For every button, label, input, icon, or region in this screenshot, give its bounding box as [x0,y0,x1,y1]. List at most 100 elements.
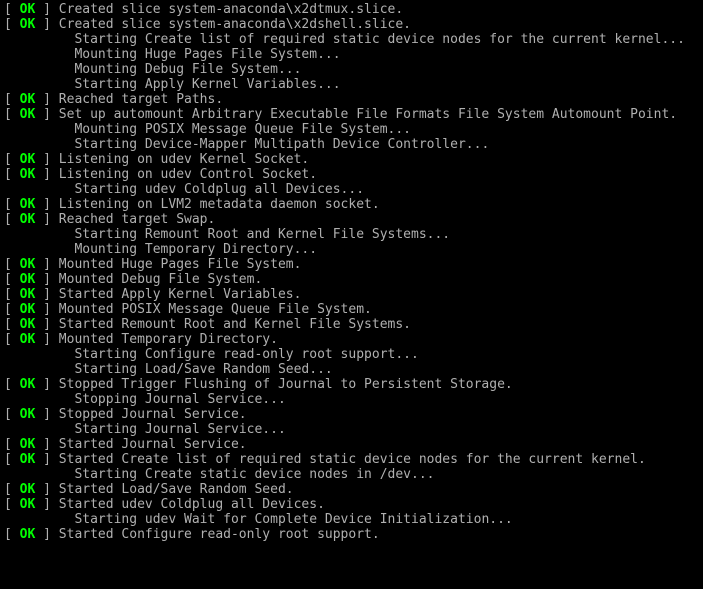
boot-log-message: Starting Remount Root and Kernel File Sy… [74,227,450,242]
boot-log-message: Starting Create list of required static … [74,32,684,47]
boot-log-line: [ OK ] Listening on udev Kernel Socket. [4,152,699,167]
indent-spacer [4,347,74,362]
indent-spacer [4,122,74,137]
status-bracket-close: ] [35,17,58,32]
boot-log-line: [ OK ] Listening on udev Control Socket. [4,167,699,182]
status-bracket-close: ] [35,107,58,122]
boot-log-line: [ OK ] Started Remount Root and Kernel F… [4,317,699,332]
indent-spacer [4,467,74,482]
boot-log-line: [ OK ] Mounted Temporary Directory. [4,332,699,347]
status-bracket-close: ] [35,167,58,182]
boot-log-line: Starting Create list of required static … [4,32,699,47]
boot-log-message: Started Remount Root and Kernel File Sys… [59,317,411,332]
status-bracket-close: ] [35,452,58,467]
boot-log-message: Starting udev Coldplug all Devices... [74,182,364,197]
boot-log-message: Started Configure read-only root support… [59,527,380,542]
boot-log-line: Starting Apply Kernel Variables... [4,77,699,92]
status-ok: OK [20,212,36,227]
status-bracket-open: [ [4,17,20,32]
boot-log-terminal: [ OK ] Created slice system-anaconda\x2d… [4,2,699,542]
status-bracket-open: [ [4,482,20,497]
indent-spacer [4,242,74,257]
status-ok: OK [20,287,36,302]
boot-log-message: Mounted Huge Pages File System. [59,257,302,272]
boot-log-line: Starting Create static device nodes in /… [4,467,699,482]
indent-spacer [4,77,74,92]
status-ok: OK [20,107,36,122]
boot-log-message: Mounted Debug File System. [59,272,263,287]
indent-spacer [4,182,74,197]
boot-log-message: Starting Configure read-only root suppor… [74,347,418,362]
status-bracket-open: [ [4,527,20,542]
status-ok: OK [20,377,36,392]
status-ok: OK [20,92,36,107]
status-bracket-open: [ [4,167,20,182]
status-bracket-open: [ [4,452,20,467]
indent-spacer [4,62,74,77]
status-bracket-close: ] [35,332,58,347]
boot-log-line: Starting Journal Service... [4,422,699,437]
boot-log-message: Stopped Journal Service. [59,407,247,422]
status-ok: OK [20,152,36,167]
boot-log-line: [ OK ] Created slice system-anaconda\x2d… [4,2,699,17]
status-bracket-open: [ [4,377,20,392]
boot-log-line: [ OK ] Mounted Huge Pages File System. [4,257,699,272]
boot-log-message: Mounting Debug File System... [74,62,301,77]
boot-log-message: Reached target Paths. [59,92,223,107]
boot-log-line: [ OK ] Created slice system-anaconda\x2d… [4,17,699,32]
status-bracket-open: [ [4,107,20,122]
status-bracket-close: ] [35,197,58,212]
status-ok: OK [20,2,36,17]
indent-spacer [4,227,74,242]
status-bracket-close: ] [35,527,58,542]
indent-spacer [4,422,74,437]
status-bracket-close: ] [35,317,58,332]
status-bracket-open: [ [4,497,20,512]
status-bracket-open: [ [4,287,20,302]
boot-log-line: [ OK ] Stopped Trigger Flushing of Journ… [4,377,699,392]
indent-spacer [4,362,74,377]
status-ok: OK [20,272,36,287]
boot-log-line: Mounting POSIX Message Queue File System… [4,122,699,137]
status-bracket-open: [ [4,437,20,452]
status-bracket-open: [ [4,407,20,422]
boot-log-line: [ OK ] Started Load/Save Random Seed. [4,482,699,497]
boot-log-message: Stopping Journal Service... [74,392,285,407]
boot-log-line: [ OK ] Reached target Swap. [4,212,699,227]
boot-log-message: Mounted POSIX Message Queue File System. [59,302,372,317]
status-ok: OK [20,497,36,512]
status-bracket-open: [ [4,2,20,17]
boot-log-line: [ OK ] Started Apply Kernel Variables. [4,287,699,302]
boot-log-line: Starting Remount Root and Kernel File Sy… [4,227,699,242]
boot-log-message: Starting Apply Kernel Variables... [74,77,340,92]
boot-log-message: Listening on udev Control Socket. [59,167,317,182]
status-bracket-close: ] [35,152,58,167]
indent-spacer [4,47,74,62]
status-ok: OK [20,437,36,452]
status-ok: OK [20,317,36,332]
boot-log-line: [ OK ] Started Configure read-only root … [4,527,699,542]
boot-log-message: Mounting Temporary Directory... [74,242,317,257]
boot-log-message: Listening on LVM2 metadata daemon socket… [59,197,380,212]
status-bracket-close: ] [35,2,58,17]
status-bracket-close: ] [35,272,58,287]
status-bracket-open: [ [4,272,20,287]
boot-log-message: Created slice system-anaconda\x2dtmux.sl… [59,2,403,17]
status-bracket-close: ] [35,302,58,317]
indent-spacer [4,392,74,407]
boot-log-line: [ OK ] Mounted POSIX Message Queue File … [4,302,699,317]
status-bracket-open: [ [4,92,20,107]
boot-log-message: Starting Device-Mapper Multipath Device … [74,137,489,152]
boot-log-message: Starting udev Wait for Complete Device I… [74,512,512,527]
boot-log-message: Listening on udev Kernel Socket. [59,152,309,167]
boot-log-line: [ OK ] Stopped Journal Service. [4,407,699,422]
boot-log-message: Mounting Huge Pages File System... [74,47,340,62]
boot-log-message: Set up automount Arbitrary Executable Fi… [59,107,677,122]
boot-log-message: Starting Load/Save Random Seed... [74,362,332,377]
status-ok: OK [20,302,36,317]
boot-log-line: [ OK ] Started Journal Service. [4,437,699,452]
boot-log-message: Started Journal Service. [59,437,247,452]
boot-log-message: Reached target Swap. [59,212,216,227]
boot-log-line: Starting Configure read-only root suppor… [4,347,699,362]
boot-log-line: Starting Load/Save Random Seed... [4,362,699,377]
